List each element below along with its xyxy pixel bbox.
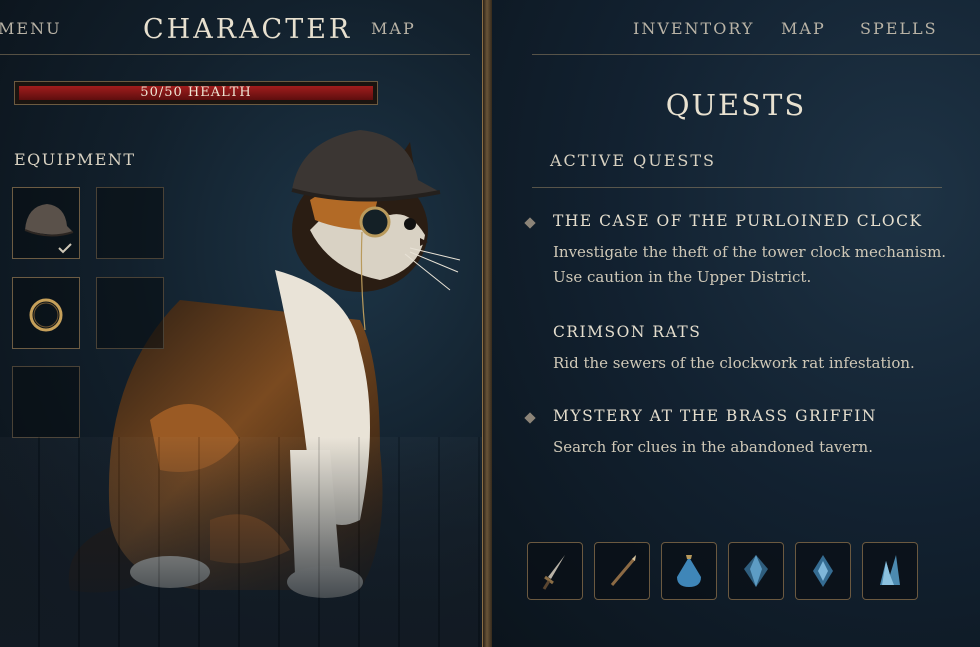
map-tab-left[interactable]: MAP bbox=[371, 19, 416, 38]
active-quests-divider bbox=[532, 187, 942, 188]
quest-name: THE CASE OF THE PURLOINED CLOCK bbox=[553, 212, 923, 230]
nav-divider bbox=[532, 54, 980, 55]
quest-item[interactable]: CRIMSON RATS Rid the sewers of the clock… bbox=[526, 323, 966, 379]
quests-panel: INVENTORY MAP SPELLS QUESTS ACTIVE QUEST… bbox=[492, 0, 980, 647]
quest-description: Investigate the theft of the tower clock… bbox=[553, 243, 947, 286]
quests-title: QUESTS bbox=[665, 88, 807, 122]
ring-icon bbox=[29, 298, 63, 332]
dagger-icon bbox=[542, 555, 565, 590]
shard-icon bbox=[880, 555, 900, 585]
quest-name: CRIMSON RATS bbox=[553, 323, 702, 341]
hotbar-slot-4[interactable] bbox=[728, 542, 784, 600]
equipment-slot-ring[interactable] bbox=[12, 277, 80, 349]
page-title: CHARACTER bbox=[143, 14, 353, 45]
inventory-tab[interactable]: INVENTORY bbox=[633, 19, 754, 38]
hotbar-slot-1[interactable] bbox=[527, 542, 583, 600]
equipment-heading: EQUIPMENT bbox=[14, 150, 136, 169]
health-label: 50/50 HEALTH bbox=[140, 85, 252, 100]
active-quests-heading: ACTIVE QUESTS bbox=[550, 151, 716, 170]
equipment-slot-empty[interactable] bbox=[96, 277, 164, 349]
hotbar-slot-3[interactable] bbox=[661, 542, 717, 600]
hat-icon bbox=[24, 204, 74, 254]
gem-icon bbox=[813, 555, 833, 587]
health-bar: 50/50 HEALTH bbox=[14, 81, 378, 105]
hotbar-slot-5[interactable] bbox=[795, 542, 851, 600]
equipment-slot-head[interactable] bbox=[12, 187, 80, 259]
quest-description: Search for clues in the abandoned tavern… bbox=[553, 438, 873, 456]
equipment-slot-empty[interactable] bbox=[12, 366, 80, 438]
crystal-icon bbox=[744, 555, 768, 587]
spells-tab[interactable]: SPELLS bbox=[860, 19, 938, 38]
character-panel: MENU CHARACTER MAP 50/50 HEALTH EQUIPMEN… bbox=[0, 0, 482, 647]
wand-icon bbox=[610, 555, 636, 586]
quest-name: MYSTERY AT THE BRASS GRIFFIN bbox=[553, 407, 877, 425]
nav-divider bbox=[0, 54, 470, 55]
equipment-slot-empty[interactable] bbox=[96, 187, 164, 259]
quest-marker-icon bbox=[524, 217, 536, 229]
hotbar-slot-6[interactable] bbox=[862, 542, 918, 600]
map-tab-right[interactable]: MAP bbox=[781, 19, 826, 38]
potion-icon bbox=[677, 555, 701, 587]
menu-button[interactable]: MENU bbox=[0, 19, 62, 38]
hotbar-slot-2[interactable] bbox=[594, 542, 650, 600]
quest-item[interactable]: THE CASE OF THE PURLOINED CLOCK Investig… bbox=[524, 212, 966, 292]
quest-marker-icon bbox=[524, 412, 536, 424]
quest-item[interactable]: MYSTERY AT THE BRASS GRIFFIN Search for … bbox=[524, 407, 966, 463]
quest-description: Rid the sewers of the clockwork rat infe… bbox=[553, 354, 915, 372]
